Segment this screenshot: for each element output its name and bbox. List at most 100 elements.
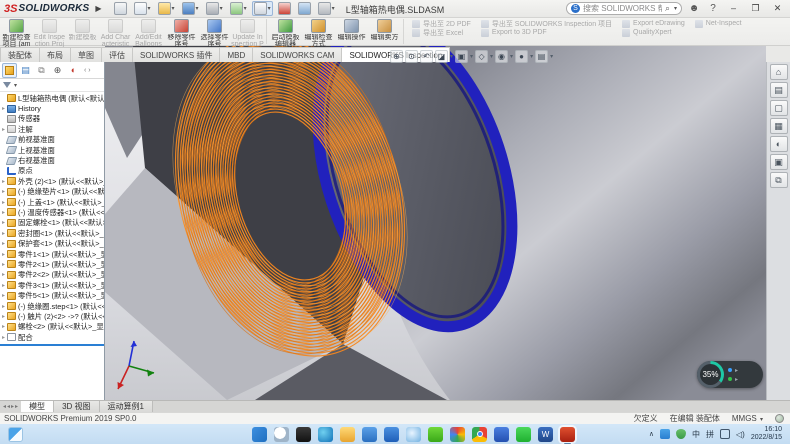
display-style-caret-icon[interactable]: ▾ — [490, 53, 493, 60]
expand-arrow-icon[interactable]: ▸ — [0, 303, 7, 310]
doc-tab-3D-视图[interactable]: 3D 视图 — [54, 401, 99, 412]
expand-arrow-icon[interactable]: ▸ — [0, 323, 7, 330]
feature-tree-item[interactable]: ▸(-) 上盖<1> (默认<<默认>_显示状 — [0, 197, 104, 207]
appearances-scenes-tab[interactable]: ◐ — [770, 136, 788, 152]
command-tab-solidworks-cam[interactable]: SOLIDWORKS CAM — [252, 47, 342, 62]
launch-template-editor-button[interactable]: 启动模板编辑器 — [269, 18, 302, 48]
feature-tree-item[interactable]: ▸(-) 触片 (2)<2> ->? (默认<<默认> — [0, 311, 104, 321]
print-button[interactable]: ▾ — [204, 1, 225, 16]
user-account-icon[interactable]: ☻ — [687, 3, 701, 14]
dropdown-caret-icon[interactable]: ▾ — [244, 5, 247, 12]
taskbar-app-phone-link[interactable] — [494, 427, 509, 442]
displaymanager-tab[interactable]: ◐ — [66, 63, 81, 78]
previous-view-icon[interactable]: ↶ — [420, 50, 433, 63]
rebuild-button[interactable] — [276, 1, 293, 16]
feature-tree-item[interactable]: 传感器 — [0, 114, 104, 124]
feature-tree-root[interactable]: L型轴箱热电偶 (默认<默认_显示状态-1 — [0, 93, 104, 103]
edit-inspection-methods-button[interactable]: 编辑检查方式 — [302, 18, 335, 48]
expand-arrow-icon[interactable]: ▸ — [0, 251, 7, 258]
expand-arrow-icon[interactable]: ▸ — [0, 271, 7, 278]
feature-tree-item[interactable]: ▸保护套<1> (默认<<默认>_显示状 — [0, 238, 104, 248]
feature-tree-item[interactable]: ▸密封圈<1> (默认<<默认>_显示状 — [0, 228, 104, 238]
configurationmanager-tab[interactable]: ⧉ — [34, 63, 49, 78]
feature-tree-item[interactable]: ▸零件1<1> (默认<<默认>_显示状态 — [0, 249, 104, 259]
feature-tree-item[interactable]: ▸固定螺栓<1> (默认<<默认>_显示 — [0, 218, 104, 228]
expand-arrow-icon[interactable]: ▸ — [0, 105, 7, 112]
command-tab-草图[interactable]: 草图 — [70, 47, 102, 62]
taskbar-app-task-view[interactable] — [296, 427, 311, 442]
feature-tree-item[interactable]: 右视基准面 — [0, 155, 104, 165]
search-input[interactable]: S 搜索 SOLIDWORKS 帮助 ⌕ ▾ — [566, 2, 682, 15]
feature-tree-item[interactable]: 原点 — [0, 166, 104, 176]
section-view-icon[interactable]: ◪ — [435, 50, 448, 63]
zoom-to-fit-icon[interactable]: ⊕ — [390, 50, 403, 63]
command-tab-solidworks-插件[interactable]: SOLIDWORKS 插件 — [132, 47, 220, 62]
search-caret-icon[interactable]: ▾ — [674, 5, 677, 12]
menu-flyout-arrow-icon[interactable]: ▶ — [95, 4, 101, 13]
command-tab-mbd[interactable]: MBD — [219, 47, 253, 62]
doc-tab-nav-arrow-icon[interactable]: ◂ — [3, 403, 6, 410]
doc-tab-模型[interactable]: 模型 — [21, 401, 54, 412]
taskbar-app-solidworks[interactable] — [560, 427, 575, 442]
minimize-button[interactable]: – — [725, 2, 742, 16]
dimxpertmanager-tab[interactable]: ⊕ — [50, 63, 65, 78]
feature-tree-item[interactable]: ▸配合 — [0, 332, 104, 342]
ime-language-indicator[interactable]: 中 — [692, 429, 700, 440]
expand-arrow-icon[interactable]: ▸ — [0, 292, 7, 299]
filter-funnel-icon[interactable] — [3, 82, 11, 88]
expand-arrow-icon[interactable]: ▸ — [0, 126, 7, 133]
edit-appearance-icon[interactable]: ● — [515, 50, 528, 63]
hide-show-items-caret-icon[interactable]: ▾ — [510, 53, 513, 60]
taskbar-app-green-app[interactable] — [428, 427, 443, 442]
widgets-button[interactable] — [8, 427, 23, 442]
doc-tab-nav-arrow-icon[interactable]: ▸ — [15, 403, 18, 410]
expand-arrow-icon[interactable]: ▸ — [0, 209, 7, 216]
expand-arrow-icon[interactable]: ▸ — [0, 334, 7, 341]
taskbar-app-file-explorer[interactable] — [340, 427, 355, 442]
feature-tree-item[interactable]: ▸History — [0, 103, 104, 113]
view-orientation-caret-icon[interactable]: ▾ — [470, 53, 473, 60]
taskbar-app-weather[interactable] — [406, 427, 421, 442]
design-library-tab[interactable]: ▤ — [770, 82, 788, 98]
taskbar-app-wechat[interactable] — [516, 427, 531, 442]
edit-vendors-button[interactable]: 编辑卖方 — [368, 18, 401, 41]
feature-tree-item[interactable]: ▸注解 — [0, 124, 104, 134]
security-shield-icon[interactable] — [676, 429, 686, 439]
display-style-icon[interactable]: ◇ — [475, 50, 488, 63]
taskbar-app-search[interactable] — [274, 427, 289, 442]
close-button[interactable]: ✕ — [769, 2, 786, 16]
custom-properties-tab[interactable]: ▣ — [770, 154, 788, 170]
taskbar-app-color-wheel[interactable] — [450, 427, 465, 442]
volume-icon[interactable]: ◁) — [736, 430, 745, 439]
expand-arrow-icon[interactable]: ▸ — [0, 261, 7, 268]
undo-button[interactable]: ▾ — [228, 1, 249, 16]
ime-mode-indicator[interactable]: 拼 — [706, 429, 714, 440]
feature-tree-item[interactable]: ▸(-) 绝缘圈.step<1> (默认<<默认> — [0, 301, 104, 311]
dropdown-caret-icon[interactable]: ▾ — [148, 5, 151, 12]
solidworks-resources-tab[interactable]: ⌂ — [770, 64, 788, 80]
doc-tab-nav-arrow-icon[interactable]: ◂ — [7, 403, 10, 410]
tray-app-icon[interactable] — [660, 429, 670, 439]
zoom-badge-widget[interactable]: 35% ▸ ▸ — [697, 361, 763, 388]
doc-tab-nav-arrow-icon[interactable]: ▸ — [11, 403, 14, 410]
feature-tree-item[interactable]: ▸(-) 温度传感器<1> (默认<<默认>_ — [0, 207, 104, 217]
view-orientation-icon[interactable]: ▣ — [455, 50, 468, 63]
command-tab-装配体[interactable]: 装配体 — [0, 47, 40, 62]
feature-tree-item[interactable]: ▸(-) 绝缘垫片<1> (默认<<默认>_显 — [0, 187, 104, 197]
file-properties-button[interactable] — [296, 1, 313, 16]
view-settings-icon[interactable]: ▤ — [535, 50, 548, 63]
badge-row-2[interactable]: ▸ — [728, 376, 738, 383]
feature-tree-item[interactable]: ▸零件2<2> (默认<<默认>_显示状态 — [0, 270, 104, 280]
tray-caret-icon[interactable]: ∧ — [649, 430, 654, 438]
file-explorer-tab[interactable]: ▢ — [770, 100, 788, 116]
edit-operations-button[interactable]: 编辑操作 — [335, 18, 368, 41]
feature-tree-item[interactable]: 前视基准面 — [0, 135, 104, 145]
expand-arrow-icon[interactable]: ▸ — [0, 219, 7, 226]
clock[interactable]: 16:10 2022/8/15 — [751, 426, 782, 442]
open-button[interactable]: ▾ — [156, 1, 177, 16]
remove-balloons-button[interactable]: 移除零件序号 — [165, 18, 198, 48]
propertymanager-tab[interactable]: ▤ — [18, 63, 33, 78]
feature-tree-item[interactable]: ▸外壳 (2)<1> (默认<<默认>_显示状 — [0, 176, 104, 186]
feature-tree-item[interactable]: ▸零件3<1> (默认<<默认>_显示状态 — [0, 280, 104, 290]
edit-appearance-caret-icon[interactable]: ▾ — [530, 53, 533, 60]
